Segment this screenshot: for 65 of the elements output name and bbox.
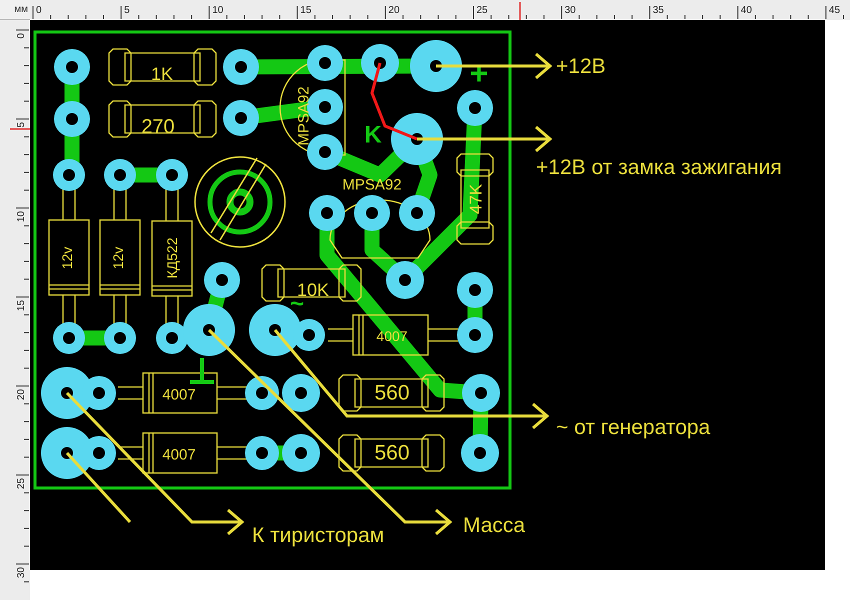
- solder-pad: [282, 434, 320, 472]
- solder-pad: [391, 113, 443, 165]
- component-label: 12v: [110, 246, 126, 270]
- annotation-label: К тиристорам: [252, 524, 384, 547]
- solder-pad: [204, 262, 240, 298]
- cursor-marker: [519, 2, 521, 20]
- solder-pad: [104, 159, 136, 191]
- ruler-label: 5: [124, 5, 130, 16]
- solder-pad: [309, 195, 345, 231]
- solder-pad: [245, 436, 279, 470]
- annotation-label: +12В от замка зажигания: [536, 156, 782, 179]
- ruler-label: 45: [828, 5, 840, 16]
- solder-pad: [457, 317, 493, 353]
- ruler-label: 0: [16, 33, 27, 39]
- solder-pad: [54, 49, 90, 85]
- component-label: КД522: [164, 238, 180, 278]
- solder-pad: [386, 261, 424, 299]
- solder-pad: [354, 195, 390, 231]
- solder-pad: [104, 322, 136, 354]
- ground-symbol-icon: [188, 356, 216, 384]
- ruler-unit-label: мм: [14, 4, 28, 15]
- annotation-label: ~ от генератора: [556, 416, 710, 439]
- component-label: 12v: [59, 246, 75, 270]
- ruler-label: 30: [564, 5, 576, 16]
- solder-pad: [156, 159, 188, 191]
- cursor-marker: [10, 128, 30, 130]
- ruler-label: 30: [16, 567, 27, 578]
- ruler-label: 35: [652, 5, 664, 16]
- solder-pad: [54, 101, 90, 137]
- ruler-label: 0: [36, 5, 42, 16]
- solder-pad: [307, 89, 343, 125]
- solder-pad: [53, 159, 85, 191]
- solder-pad: [461, 434, 499, 472]
- solder-pad: [282, 374, 320, 412]
- component-label: MPSA92: [296, 86, 312, 146]
- ruler-label: 25: [476, 5, 488, 16]
- component-label: 4007: [162, 446, 196, 464]
- solder-pad: [307, 134, 343, 170]
- component-label: MPSA92: [342, 176, 402, 194]
- annotation-label: Масса: [463, 514, 526, 537]
- solder-pad: [53, 322, 85, 354]
- ruler-label: 25: [16, 478, 27, 490]
- component-label: 4007: [162, 386, 196, 404]
- ruler-label: 20: [388, 5, 400, 16]
- ruler-label: 10: [212, 5, 224, 16]
- solder-pad: [223, 49, 259, 85]
- ruler-label: 15: [16, 300, 27, 312]
- ruler-label: 40: [740, 5, 752, 16]
- solder-pad: [307, 45, 343, 81]
- component-label: 47K: [466, 184, 486, 214]
- solder-pad: [399, 195, 435, 231]
- component-label: 560: [374, 442, 410, 464]
- solder-pad: [223, 100, 259, 136]
- ruler-label: 20: [16, 389, 27, 400]
- ruler-label: 15: [300, 5, 312, 16]
- component-label: 560: [374, 382, 410, 404]
- component-label: K: [364, 122, 382, 148]
- solder-pad: [457, 272, 493, 308]
- annotation-label: +12В: [556, 55, 606, 78]
- solder-pad: [245, 376, 279, 410]
- ruler-label: 10: [16, 211, 27, 222]
- solder-pad: [361, 44, 399, 82]
- solder-pad: [462, 374, 500, 412]
- component-label: 1K: [150, 64, 174, 84]
- ruler-label: 5: [16, 122, 27, 128]
